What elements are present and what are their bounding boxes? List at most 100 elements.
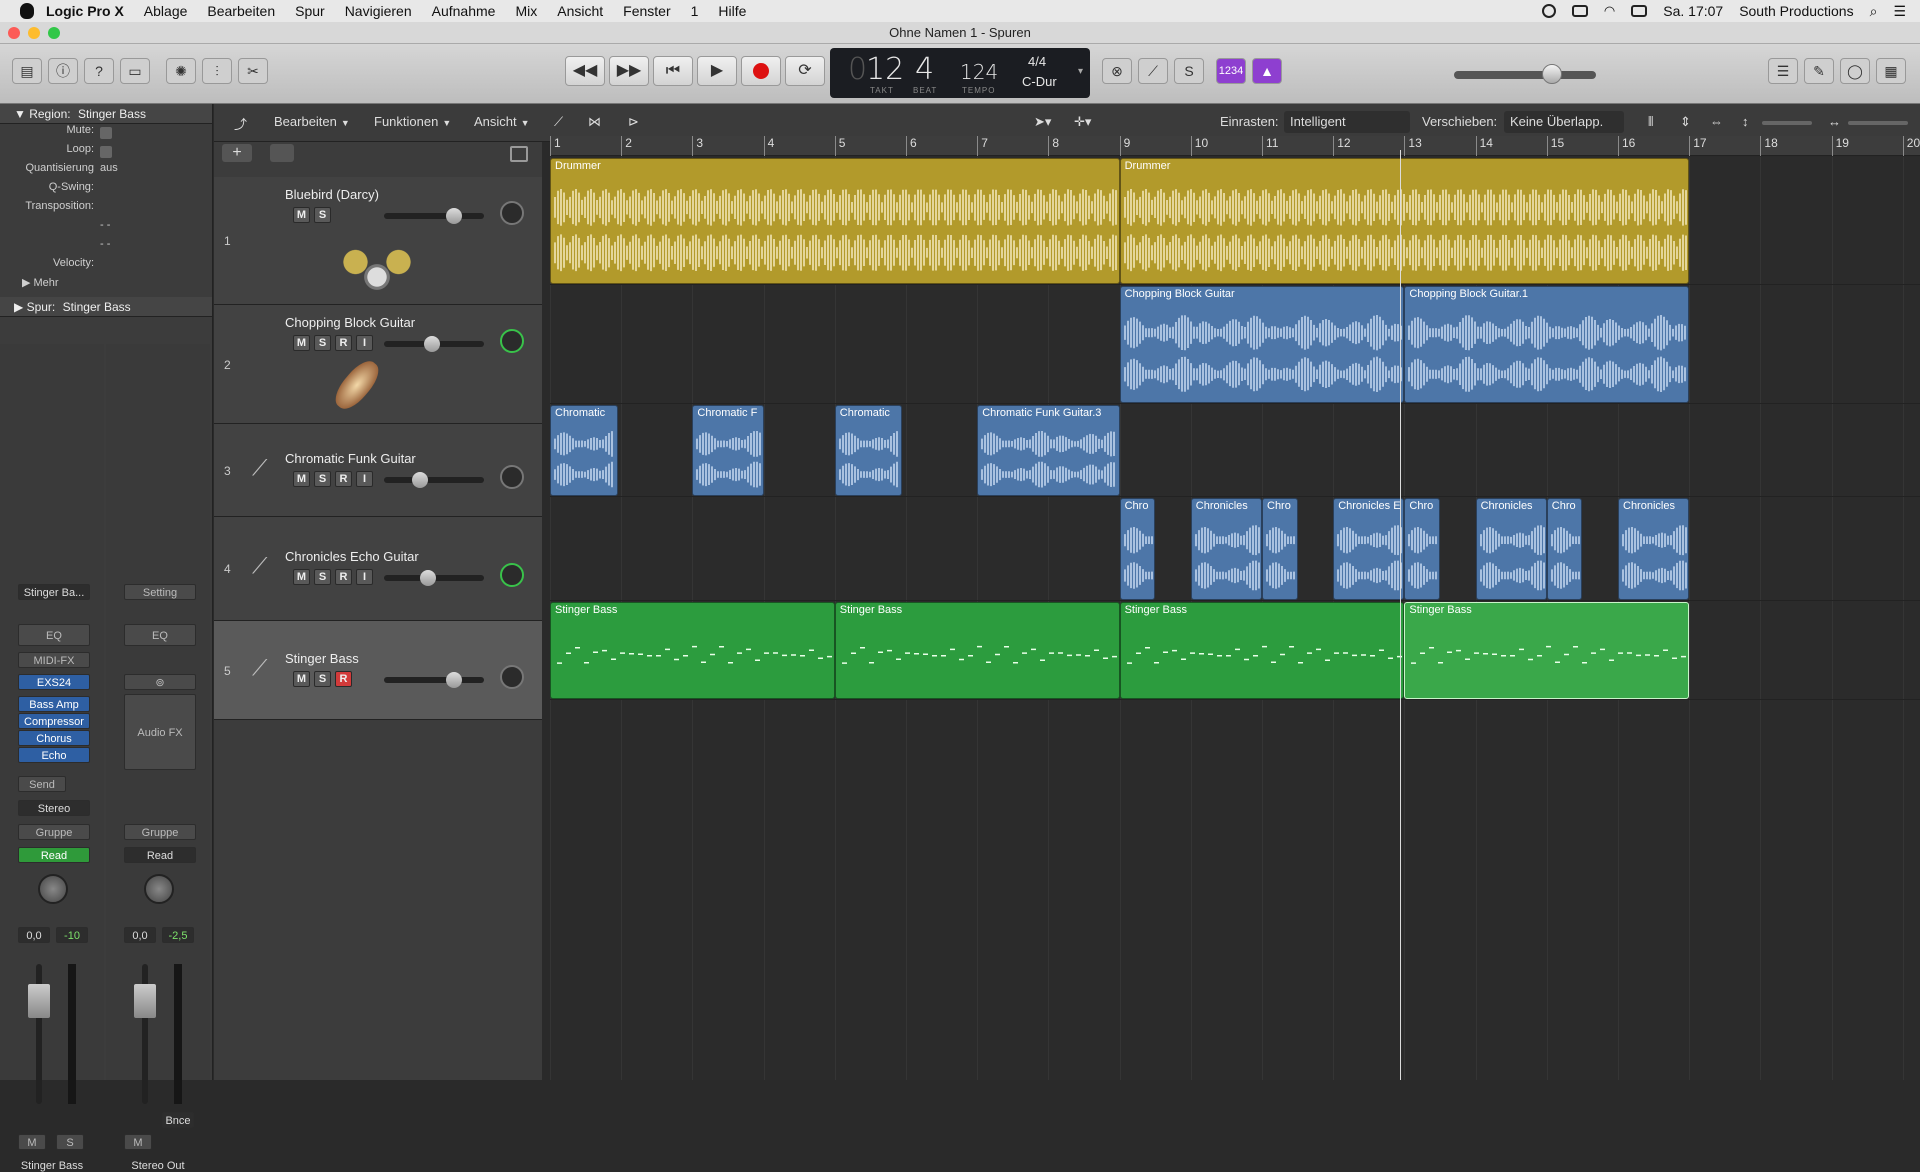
inspector-row-qswing[interactable]: Q-Swing: <box>0 181 212 200</box>
duplicate-track-icon[interactable] <box>270 144 294 162</box>
bar-ruler[interactable]: 1 2 3 4 5 6 7 8 9 10 11 12 13 14 15 16 17 18 19 20 <box>550 136 1920 156</box>
output-slot[interactable]: Stereo <box>18 800 90 816</box>
track-pan-knob[interactable] <box>500 464 524 489</box>
menu-app[interactable]: Logic Pro X <box>46 3 124 19</box>
audio-region[interactable]: Chronicles <box>1475 498 1547 600</box>
master-volume-knob[interactable] <box>1542 64 1562 84</box>
track-volume-slider[interactable] <box>384 671 484 688</box>
inspector-row-loop[interactable]: Loop: <box>0 143 212 162</box>
audio-region[interactable]: Chronicles E <box>1333 498 1405 600</box>
audio-region[interactable]: Chopping Block Guitar.1 <box>1404 286 1690 403</box>
audio-region[interactable]: Chro <box>1404 498 1440 600</box>
track-inspector-header[interactable]: ▶ Spur: Stinger Bass <box>0 297 212 317</box>
replace-icon[interactable]: ⊗ <box>1102 58 1132 84</box>
collapse-icon[interactable]: ⇕ <box>1680 114 1691 130</box>
edit-menu[interactable]: Bearbeiten ▼ <box>274 114 350 129</box>
editors-icon[interactable]: ✂ <box>238 58 268 84</box>
track-m-button[interactable]: M <box>293 470 310 487</box>
fit-icon[interactable]: ⇔ <box>1710 114 1723 129</box>
fx-slot-3[interactable]: Chorus <box>18 730 90 746</box>
volume-readout[interactable]: 0,0 <box>18 927 50 943</box>
track-m-button[interactable]: M <box>293 207 310 223</box>
region-inspector-header[interactable]: ▼ Region: Stinger Bass <box>0 104 212 124</box>
user-name[interactable]: South Productions <box>1739 3 1853 19</box>
volume-fader[interactable] <box>134 984 156 1018</box>
track-header[interactable]: 3 Chromatic Funk Guitar M S R I ⟋ <box>214 424 542 517</box>
setting-button[interactable]: Setting <box>124 584 196 600</box>
solo-button[interactable]: S <box>56 1134 84 1150</box>
menu-hilfe[interactable]: Hilfe <box>718 3 746 19</box>
setting-button[interactable]: Stinger Ba... <box>18 584 90 600</box>
midi-region[interactable]: Stinger Bass <box>834 602 1120 699</box>
audio-region[interactable]: Chro <box>1119 498 1156 600</box>
horizontal-zoom-icon[interactable]: ↔ <box>1828 114 1841 129</box>
menu-1[interactable]: 1 <box>691 3 699 19</box>
track-volume-slider[interactable] <box>384 336 484 352</box>
list-editors-icon[interactable]: ☰ <box>1768 58 1798 84</box>
midi-region[interactable]: Stinger Bass <box>550 602 835 699</box>
pan-knob[interactable] <box>38 874 68 904</box>
track-name[interactable]: Bluebird (Darcy) <box>285 187 379 202</box>
track-volume-slider[interactable] <box>384 570 484 586</box>
menu-fenster[interactable]: Fenster <box>623 3 670 19</box>
audio-region[interactable]: Chromatic <box>834 405 903 496</box>
library-icon[interactable]: ▤ <box>12 58 42 84</box>
notification-icon[interactable]: ☰ <box>1893 3 1906 20</box>
track-r-button[interactable]: R <box>335 569 352 585</box>
track-m-button[interactable]: M <box>293 569 310 585</box>
track-header[interactable]: 5 Stinger Bass M S R ⟋ <box>214 621 542 720</box>
inspector-row-quantize[interactable]: Quantisierung aus <box>0 162 212 181</box>
peak-readout[interactable]: -2,5 <box>162 927 194 943</box>
track-r-button[interactable]: R <box>335 670 352 687</box>
tracks-area[interactable]: Drummer Drummer Chopping Block Guitar Chopp… <box>550 157 1920 1080</box>
flex-icon[interactable]: ⋈ <box>588 114 601 130</box>
screen-icon[interactable] <box>1571 5 1588 17</box>
track-volume-knob[interactable] <box>424 336 440 352</box>
menu-ansicht[interactable]: Ansicht <box>557 3 603 19</box>
track-name[interactable]: Chopping Block Guitar <box>285 315 415 330</box>
track-s-button[interactable]: S <box>314 470 331 487</box>
track-header[interactable]: 1 Bluebird (Darcy) M S <box>214 177 542 305</box>
pan-knob[interactable] <box>144 874 174 904</box>
track-volume-slider[interactable] <box>384 208 484 224</box>
track-r-button[interactable]: R <box>335 335 352 351</box>
rewind-button[interactable]: ◀◀ <box>565 56 605 86</box>
record-button[interactable] <box>741 56 781 86</box>
smart-controls-icon[interactable]: ✺ <box>166 58 196 84</box>
menu-bearbeiten[interactable]: Bearbeiten <box>207 3 275 19</box>
play-button[interactable]: ▶ <box>697 56 737 86</box>
track-i-button[interactable]: I <box>356 569 373 585</box>
mute-button[interactable]: M <box>18 1134 46 1150</box>
help-icon[interactable]: ? <box>84 58 114 84</box>
horizontal-zoom-slider[interactable] <box>1848 121 1908 125</box>
track-pan-knob[interactable] <box>500 664 524 689</box>
track-r-button[interactable]: R <box>335 470 352 487</box>
track-s-button[interactable]: S <box>314 207 331 223</box>
functions-menu[interactable]: Funktionen ▼ <box>374 114 451 129</box>
waveform-zoom-icon[interactable]: ⫴ <box>1648 114 1653 130</box>
fx-slot-4[interactable]: Echo <box>18 747 90 763</box>
track-pan-knob[interactable] <box>500 201 524 225</box>
menu-mix[interactable]: Mix <box>515 3 537 19</box>
notepad-icon[interactable]: ✎ <box>1804 58 1834 84</box>
audio-fx-slot[interactable]: Audio FX <box>124 694 196 770</box>
solo-icon[interactable]: S <box>1174 58 1204 84</box>
lcd-chevron-down-icon[interactable]: ▾ <box>1078 66 1083 77</box>
catch-icon[interactable]: ⊳ <box>628 114 639 130</box>
secondary-tool-icon[interactable]: ✛▾ <box>1074 114 1091 130</box>
track-header[interactable]: 2 Chopping Block Guitar M S R I <box>214 305 542 424</box>
apple-icon[interactable] <box>20 3 34 19</box>
bounce-button[interactable]: Bnce <box>162 1112 194 1128</box>
automation-icon[interactable]: ⟋ <box>554 114 563 130</box>
clock[interactable]: Sa. 17:07 <box>1663 3 1723 19</box>
track-name[interactable]: Chromatic Funk Guitar <box>285 451 416 466</box>
menu-spur[interactable]: Spur <box>295 3 325 19</box>
eq-button[interactable]: EQ <box>18 624 90 646</box>
wifi-icon[interactable]: ◠ <box>1604 3 1615 19</box>
forward-button[interactable]: ▶▶ <box>609 56 649 86</box>
mixer-icon[interactable]: ⫶ <box>202 58 232 84</box>
group-slot[interactable]: Gruppe <box>124 824 196 840</box>
audio-region[interactable]: Chronicles <box>1190 498 1262 600</box>
track-s-button[interactable]: S <box>314 670 331 687</box>
audio-region[interactable]: Chro <box>1262 498 1298 600</box>
